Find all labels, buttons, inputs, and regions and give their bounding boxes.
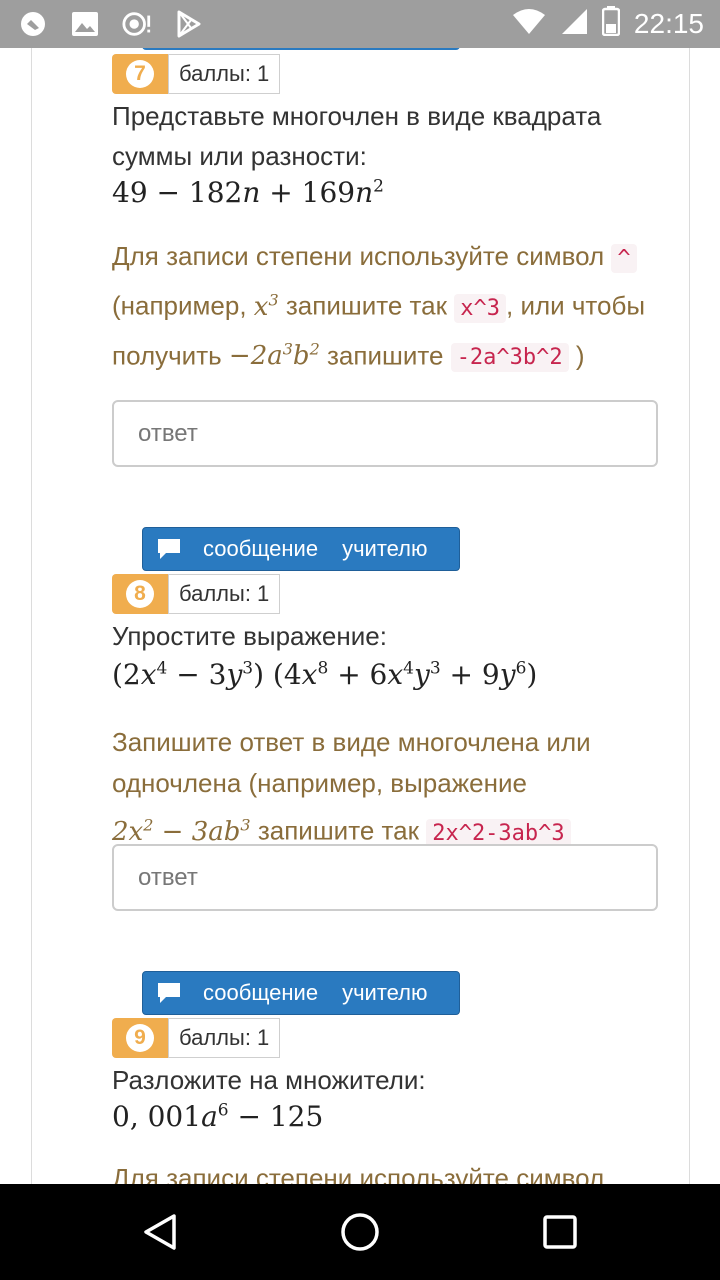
- quiz-content[interactable]: 7 баллы: 1 Представьте многочлен в виде …: [0, 48, 720, 1184]
- hint-text: Запишите ответ в виде многочлена или одн…: [112, 727, 591, 848]
- signal-icon: [560, 7, 588, 40]
- math-expression: (2x4 − 3y3) (4x8 + 6x4y3 + 9y6): [112, 658, 538, 691]
- question-prompt: Разложите на множители:: [112, 1065, 426, 1095]
- code-sample: -2a^3b^2: [450, 343, 569, 373]
- hint-text: Для записи степени используйте символ: [112, 1163, 605, 1184]
- message-teacher-button[interactable]: [142, 48, 460, 50]
- home-icon[interactable]: [338, 1210, 382, 1254]
- question-header: 7 баллы: 1: [112, 54, 281, 94]
- status-bar: 22:15: [0, 0, 720, 48]
- hint-text: Для записи степени используйте символ ^ …: [112, 241, 646, 373]
- card-border-left: [31, 48, 32, 1184]
- question-number-badge: 8: [112, 574, 168, 614]
- question-header: 8 баллы: 1: [112, 574, 281, 614]
- answer-input[interactable]: ответ: [112, 400, 658, 467]
- clock: 22:15: [633, 7, 704, 39]
- gallery-icon: [70, 10, 100, 38]
- vpn-icon: [18, 10, 48, 38]
- camera-icon: [122, 10, 152, 38]
- recents-icon[interactable]: [538, 1210, 582, 1254]
- math-expression: 0, 001a6 − 125: [112, 1100, 324, 1133]
- question-number-badge: 7: [112, 54, 168, 94]
- wifi-icon: [512, 7, 546, 40]
- card-border-right: [689, 48, 690, 1184]
- play-store-icon: [174, 10, 204, 38]
- chat-icon: [157, 982, 183, 1004]
- message-teacher-button[interactable]: сообщение учителю: [142, 971, 460, 1015]
- points-label: баллы: 1: [168, 54, 281, 94]
- points-label: баллы: 1: [168, 1018, 281, 1058]
- points-label: баллы: 1: [168, 574, 281, 614]
- question-header: 9 баллы: 1: [112, 1018, 281, 1058]
- question-prompt: Упростите выражение:: [112, 621, 387, 651]
- math-expression: 49 − 182n + 169n2: [112, 176, 384, 209]
- answer-input[interactable]: ответ: [112, 844, 658, 911]
- back-icon[interactable]: [138, 1210, 182, 1254]
- question-number-badge: 9: [112, 1018, 168, 1058]
- chat-icon: [157, 538, 183, 560]
- battery-icon: [601, 6, 621, 41]
- code-sample: x^3: [454, 293, 506, 323]
- code-sample: ^: [611, 244, 637, 273]
- navigation-bar: [0, 1184, 720, 1280]
- message-teacher-button[interactable]: сообщение учителю: [142, 527, 460, 571]
- question-prompt: Представьте многочлен в виде квадрата су…: [112, 101, 602, 171]
